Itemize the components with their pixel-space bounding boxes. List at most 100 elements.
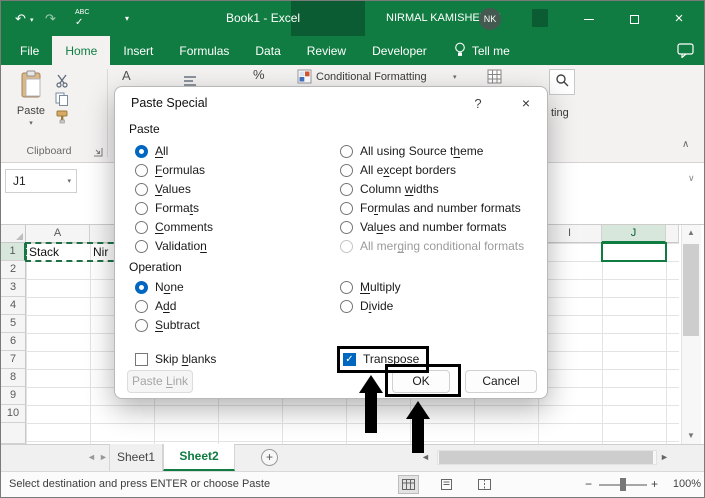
add-sheet-button[interactable]: +	[261, 449, 278, 466]
radio-formulas[interactable]: Formulas	[135, 162, 213, 178]
radio-subtract[interactable]: Subtract	[135, 317, 200, 333]
undo-dropdown-icon[interactable]: ▾	[30, 3, 34, 38]
zoom-slider-thumb[interactable]	[620, 478, 626, 491]
tab-file[interactable]: File	[7, 36, 52, 65]
zoom-out-icon[interactable]: −	[585, 471, 592, 497]
radio-formats[interactable]: Formats	[135, 200, 213, 216]
tab-formulas[interactable]: Formulas	[166, 36, 242, 65]
dialog-help-button[interactable]: ?	[467, 94, 489, 114]
conditional-formatting-label[interactable]: Conditional Formatting	[316, 71, 427, 83]
radio-label: All merging conditional formats	[360, 239, 525, 253]
minimize-button[interactable]	[569, 1, 609, 36]
radio-add[interactable]: Add	[135, 298, 200, 314]
column-header-a[interactable]: A	[26, 225, 90, 243]
radio-values[interactable]: Values	[135, 181, 213, 197]
radio-multiply[interactable]: Multiply	[340, 279, 401, 295]
radio-icon	[340, 280, 353, 294]
annotation-arrow-transpose-shaft	[365, 391, 377, 433]
radio-label: Validation	[155, 239, 207, 253]
collapse-ribbon-icon[interactable]: ∧	[682, 139, 689, 150]
formula-bar-expand-icon[interactable]: ∨	[688, 173, 695, 184]
tab-developer[interactable]: Developer	[359, 36, 440, 65]
row-header-7[interactable]: 7	[1, 351, 26, 369]
radio-label: All except borders	[360, 163, 457, 177]
comments-icon[interactable]	[677, 36, 694, 65]
redo-icon[interactable]: ↷	[45, 1, 56, 36]
name-box[interactable]: J1 ▾	[5, 169, 77, 193]
radio-icon	[135, 299, 148, 313]
row-header-5[interactable]: 5	[1, 315, 26, 333]
scroll-down-icon[interactable]: ▼	[687, 431, 695, 441]
row-header-2[interactable]: 2	[1, 261, 26, 279]
row-header-1[interactable]: 1	[1, 243, 26, 261]
undo-icon[interactable]: ↶	[15, 1, 26, 36]
scroll-up-icon[interactable]: ▲	[687, 228, 695, 238]
radio-formulas-and-number-formats[interactable]: Formulas and number formats	[340, 200, 524, 216]
row-header-8[interactable]: 8	[1, 369, 26, 387]
radio-icon	[135, 220, 148, 234]
dialog-close-button[interactable]: ×	[511, 93, 541, 113]
spell-check-icon[interactable]: ABC ✓	[75, 8, 89, 28]
active-cell-j1[interactable]	[601, 242, 667, 262]
close-button[interactable]: ×	[659, 1, 699, 36]
column-header-partial[interactable]	[666, 225, 679, 243]
radio-all-except-borders[interactable]: All except borders	[340, 162, 524, 178]
checkbox-label: Skip blanks	[155, 352, 217, 366]
sheet-nav-right-icon[interactable]: ►	[99, 450, 108, 465]
radio-icon	[340, 239, 353, 253]
radio-label: Add	[155, 299, 177, 313]
zoom-in-icon[interactable]: +	[651, 471, 658, 497]
format-painter-icon[interactable]	[55, 110, 69, 129]
row-header-6[interactable]: 6	[1, 333, 26, 351]
select-all-corner[interactable]	[1, 225, 26, 243]
row-header-3[interactable]: 3	[1, 279, 26, 297]
radio-all-using-source-theme[interactable]: All using Source theme	[340, 143, 524, 159]
radio-divide[interactable]: Divide	[340, 298, 401, 314]
page-layout-view-icon[interactable]	[437, 476, 456, 493]
find-select-button[interactable]	[549, 69, 575, 95]
radio-label: None	[155, 280, 184, 294]
excel-window: ↶ ▾ ↷ ABC ✓ ▾ Book1 - Excel NIRMAL KAMIS…	[0, 0, 705, 498]
tell-me[interactable]: Tell me	[454, 36, 510, 65]
tab-insert[interactable]: Insert	[110, 36, 166, 65]
horizontal-scrollbar-thumb[interactable]	[439, 451, 653, 464]
page-break-view-icon[interactable]	[475, 476, 494, 493]
operation-options-right: Multiply Divide	[340, 279, 401, 317]
radio-values-and-number-formats[interactable]: Values and number formats	[340, 219, 524, 235]
clipboard-dialog-launcher-icon[interactable]	[93, 144, 103, 162]
radio-label: Values and number formats	[360, 220, 507, 234]
paste-button[interactable]: Paste ▾	[9, 70, 53, 127]
copy-icon[interactable]	[55, 92, 69, 111]
vertical-scrollbar-thumb[interactable]	[683, 244, 699, 336]
radio-none[interactable]: None	[135, 279, 200, 295]
row-header-partial[interactable]	[1, 423, 26, 444]
hscroll-right-icon[interactable]: ►	[660, 450, 669, 465]
tab-home[interactable]: Home	[52, 36, 111, 65]
group-divider	[107, 69, 108, 157]
radio-all[interactable]: All	[135, 143, 213, 159]
radio-comments[interactable]: Comments	[135, 219, 213, 235]
skip-blanks-checkbox[interactable]: Skip blanks	[135, 351, 216, 367]
row-header-4[interactable]: 4	[1, 297, 26, 315]
radio-column-widths[interactable]: Column widths	[340, 181, 524, 197]
tab-data[interactable]: Data	[242, 36, 293, 65]
window-title: Book1 - Excel	[226, 11, 301, 25]
qat-customize-icon[interactable]: ▾	[125, 1, 129, 36]
ribbon-tab-bar: File Home Insert Formulas Data Review De…	[1, 36, 704, 65]
sheet-nav-left-icon[interactable]: ◄	[87, 450, 96, 465]
column-header-j[interactable]: J	[602, 225, 666, 243]
sheet-tab-sheet1[interactable]: Sheet1	[109, 444, 163, 471]
row-header-9[interactable]: 9	[1, 387, 26, 405]
avatar[interactable]: NK	[479, 8, 501, 30]
status-message: Select destination and press ENTER or ch…	[9, 478, 271, 490]
zoom-level[interactable]: 100%	[665, 471, 701, 497]
cancel-button[interactable]: Cancel	[465, 370, 537, 393]
radio-icon	[135, 182, 148, 196]
cut-icon[interactable]	[55, 74, 69, 93]
normal-view-icon[interactable]	[398, 475, 419, 494]
sheet-tab-sheet2[interactable]: Sheet2	[163, 444, 235, 471]
row-header-10[interactable]: 10	[1, 405, 26, 423]
radio-validation[interactable]: Validation	[135, 238, 213, 254]
maximize-button[interactable]	[614, 1, 654, 36]
tab-review[interactable]: Review	[294, 36, 359, 65]
